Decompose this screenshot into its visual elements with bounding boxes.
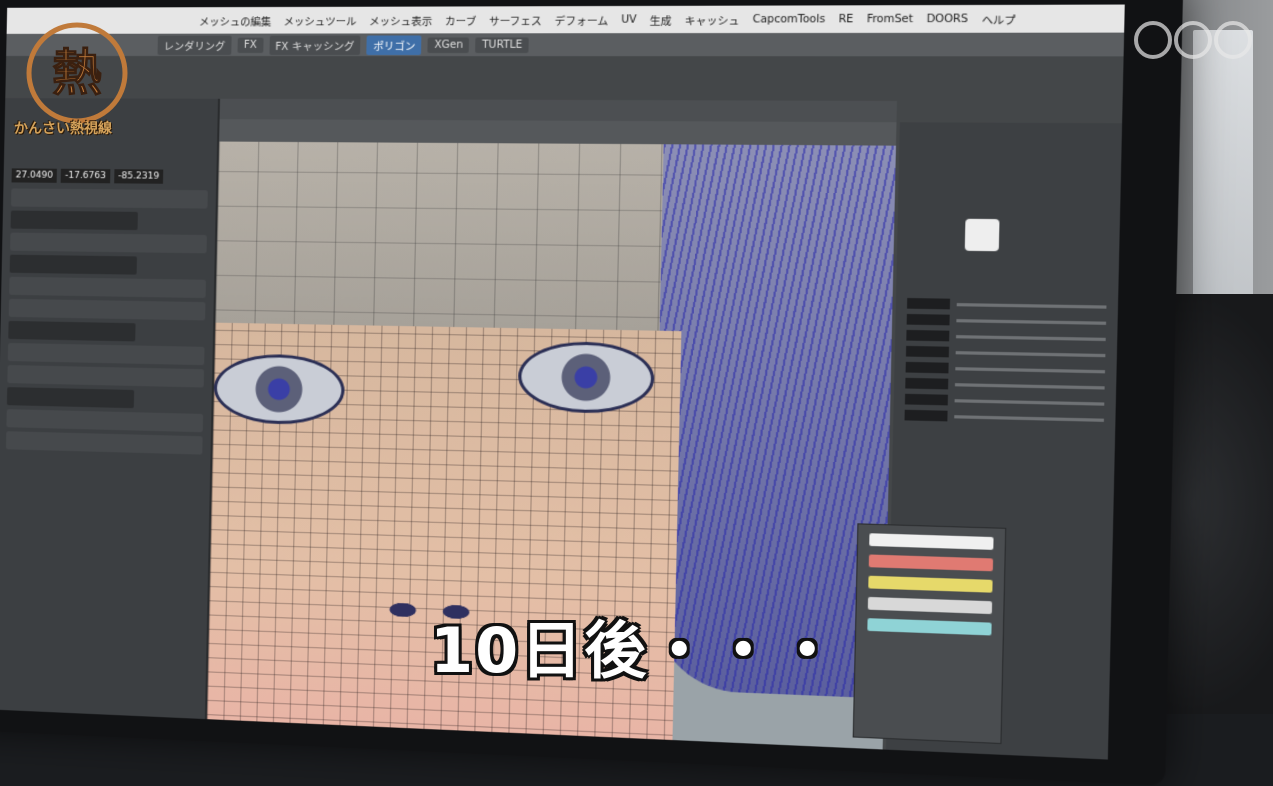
panel-row[interactable]: [6, 431, 203, 454]
shelf-tab[interactable]: XGen: [428, 37, 470, 53]
viewport-toolbar: [219, 119, 896, 146]
attr-row[interactable]: [905, 394, 1105, 409]
coord-y-field[interactable]: -17.6763: [61, 169, 110, 184]
coord-x-field[interactable]: 27.0490: [12, 168, 58, 182]
coord-z-field[interactable]: -85.2319: [114, 169, 164, 184]
menu-item[interactable]: デフォーム: [555, 12, 609, 28]
program-subtitle: かんさい熱視線: [14, 118, 112, 138]
shelf-tab[interactable]: FX: [237, 37, 263, 52]
menu-item[interactable]: メッシュツール: [283, 12, 356, 28]
panel-row[interactable]: [11, 211, 138, 231]
panel-row[interactable]: [10, 255, 137, 275]
material-swatch[interactable]: [965, 219, 1000, 251]
menu-item[interactable]: FromSet: [867, 13, 913, 25]
popup-yellow-button[interactable]: [868, 576, 992, 593]
menu-item[interactable]: 生成: [650, 12, 672, 28]
panel-row[interactable]: [6, 409, 203, 432]
popup-grey-button[interactable]: [868, 597, 992, 614]
attr-swatch: [906, 346, 949, 357]
shelf-tab[interactable]: レンダリング: [158, 35, 232, 54]
menu-item[interactable]: メッシュの編集: [199, 13, 271, 28]
nhk-logo-icon: [1133, 18, 1253, 62]
menu-item[interactable]: カーブ: [445, 12, 477, 28]
logo-circle: [1176, 23, 1210, 57]
menu-item[interactable]: サーフェス: [489, 12, 542, 28]
menu-item[interactable]: ヘルプ: [981, 11, 1015, 27]
attr-row[interactable]: [907, 298, 1107, 312]
attr-swatch: [905, 410, 948, 422]
logo-glyph: 熱: [52, 44, 102, 102]
attr-swatch: [907, 298, 950, 309]
popup-cyan-button[interactable]: [867, 618, 991, 635]
logo-circle: [1216, 23, 1250, 57]
attr-slider[interactable]: [955, 367, 1105, 373]
app-menubar: メッシュの編集 メッシュツール メッシュ表示 カーブ サーフェス デフォーム U…: [7, 5, 1125, 34]
window-light: [1193, 30, 1253, 310]
attr-row[interactable]: [906, 346, 1106, 361]
attr-swatch: [905, 394, 948, 406]
panel-row[interactable]: [10, 233, 207, 254]
coordinate-fields: 27.0490 -17.6763 -85.2319: [12, 168, 209, 184]
shelf-tab[interactable]: TURTLE: [476, 37, 529, 53]
caption-text: 10日後・・・: [430, 600, 840, 690]
shelf-tabs: レンダリング FX FX キャッシング ポリゴン XGen TURTLE: [6, 33, 1124, 57]
panel-row[interactable]: [8, 343, 205, 365]
attr-row[interactable]: [905, 410, 1105, 425]
menu-item[interactable]: メッシュ表示: [369, 12, 433, 28]
attr-row[interactable]: [907, 314, 1107, 328]
menu-item[interactable]: UV: [621, 14, 637, 26]
attr-swatch: [906, 362, 949, 374]
popup-field[interactable]: [869, 533, 993, 550]
attr-slider[interactable]: [954, 415, 1104, 422]
program-logo: 熱: [22, 18, 132, 128]
menu-item[interactable]: CapcomTools: [753, 13, 826, 25]
attr-slider[interactable]: [956, 319, 1106, 325]
panel-row[interactable]: [9, 299, 206, 321]
menu-item[interactable]: キャッシュ: [684, 11, 739, 27]
attr-slider[interactable]: [956, 335, 1106, 341]
shelf-tab[interactable]: FX キャッシング: [269, 35, 361, 55]
popup-red-button[interactable]: [869, 554, 993, 571]
attr-header: [899, 122, 1122, 166]
tool-popup: [853, 523, 1007, 744]
attr-row[interactable]: [906, 330, 1106, 344]
panel-row[interactable]: [8, 321, 135, 342]
attr-swatch: [905, 378, 948, 390]
attr-slider[interactable]: [957, 303, 1107, 309]
attr-slider[interactable]: [955, 399, 1105, 406]
attr-swatch: [907, 314, 950, 325]
attr-swatch: [906, 330, 949, 341]
panel-row[interactable]: [9, 277, 206, 298]
attr-slider[interactable]: [956, 351, 1106, 357]
attr-spacer: [896, 250, 1119, 296]
menu-item[interactable]: DOORS: [926, 13, 968, 25]
attr-row[interactable]: [905, 378, 1105, 393]
panel-row[interactable]: [7, 387, 134, 408]
panel-row[interactable]: [11, 188, 208, 208]
attr-row[interactable]: [906, 362, 1106, 377]
attr-slider[interactable]: [955, 383, 1105, 389]
tool-settings-panel: 27.0490 -17.6763 -85.2319: [0, 98, 220, 719]
menu-item[interactable]: RE: [838, 13, 853, 25]
panel-row[interactable]: [7, 365, 204, 387]
shelf-tab-active[interactable]: ポリゴン: [367, 35, 422, 55]
logo-circle: [1136, 23, 1170, 57]
